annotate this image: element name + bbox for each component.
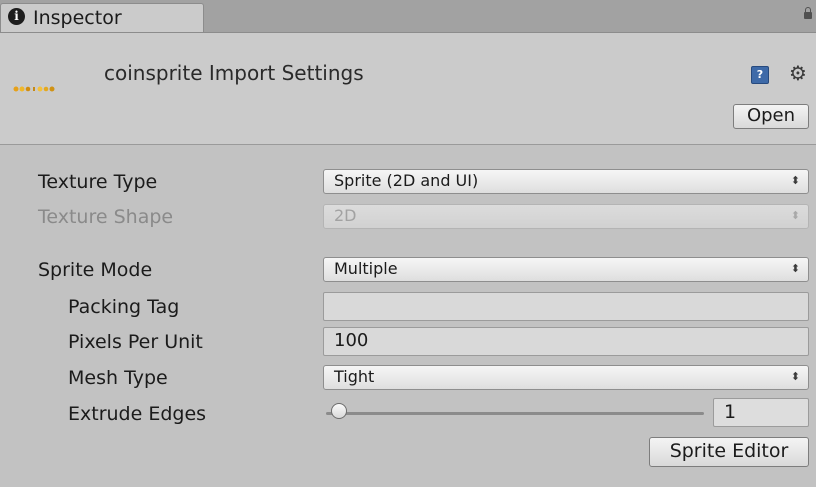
dropdown-arrows-icon: ⬍ (790, 370, 800, 383)
inspector-header: coinsprite Import Settings ? ⚙ Open (0, 33, 816, 145)
extrude-edges-label: Extrude Edges (68, 403, 207, 425)
texture-shape-value: 2D (334, 206, 357, 225)
sprite-mode-label: Sprite Mode (38, 259, 153, 281)
sprite-mode-value: Multiple (334, 259, 398, 278)
header-title: coinsprite Import Settings (104, 61, 364, 85)
dropdown-arrows-icon: ⬍ (790, 174, 800, 187)
sprite-thumbnail (13, 86, 55, 92)
sprite-mode-dropdown[interactable]: Multiple ⬍ (323, 257, 809, 282)
mesh-type-label: Mesh Type (68, 367, 168, 389)
extrude-edges-slider-handle[interactable] (331, 403, 347, 419)
tab-label: Inspector (33, 7, 122, 29)
gear-icon[interactable]: ⚙ (789, 61, 807, 85)
texture-type-label: Texture Type (38, 171, 158, 193)
mesh-type-value: Tight (334, 367, 375, 386)
texture-shape-dropdown: 2D ⬍ (323, 204, 809, 229)
tab-bar: i Inspector (0, 0, 816, 33)
mesh-type-dropdown[interactable]: Tight ⬍ (323, 365, 809, 390)
pixels-per-unit-input[interactable]: 100 (323, 327, 809, 356)
extrude-edges-input[interactable]: 1 (713, 398, 809, 427)
packing-tag-input[interactable] (323, 292, 809, 321)
pixels-per-unit-label: Pixels Per Unit (68, 331, 203, 353)
info-icon: i (8, 8, 25, 25)
dropdown-arrows-icon: ⬍ (790, 262, 800, 275)
open-button[interactable]: Open (733, 104, 809, 129)
sprite-editor-button[interactable]: Sprite Editor (649, 437, 809, 467)
texture-type-value: Sprite (2D and UI) (334, 171, 479, 190)
packing-tag-label: Packing Tag (68, 296, 180, 318)
texture-shape-label: Texture Shape (38, 206, 174, 228)
extrude-edges-slider-track[interactable] (326, 412, 704, 415)
texture-type-dropdown[interactable]: Sprite (2D and UI) ⬍ (323, 169, 809, 194)
lock-icon[interactable] (804, 7, 812, 19)
tab-inspector[interactable]: i Inspector (0, 3, 204, 32)
help-icon[interactable]: ? (751, 66, 769, 84)
dropdown-arrows-icon: ⬍ (790, 209, 800, 222)
